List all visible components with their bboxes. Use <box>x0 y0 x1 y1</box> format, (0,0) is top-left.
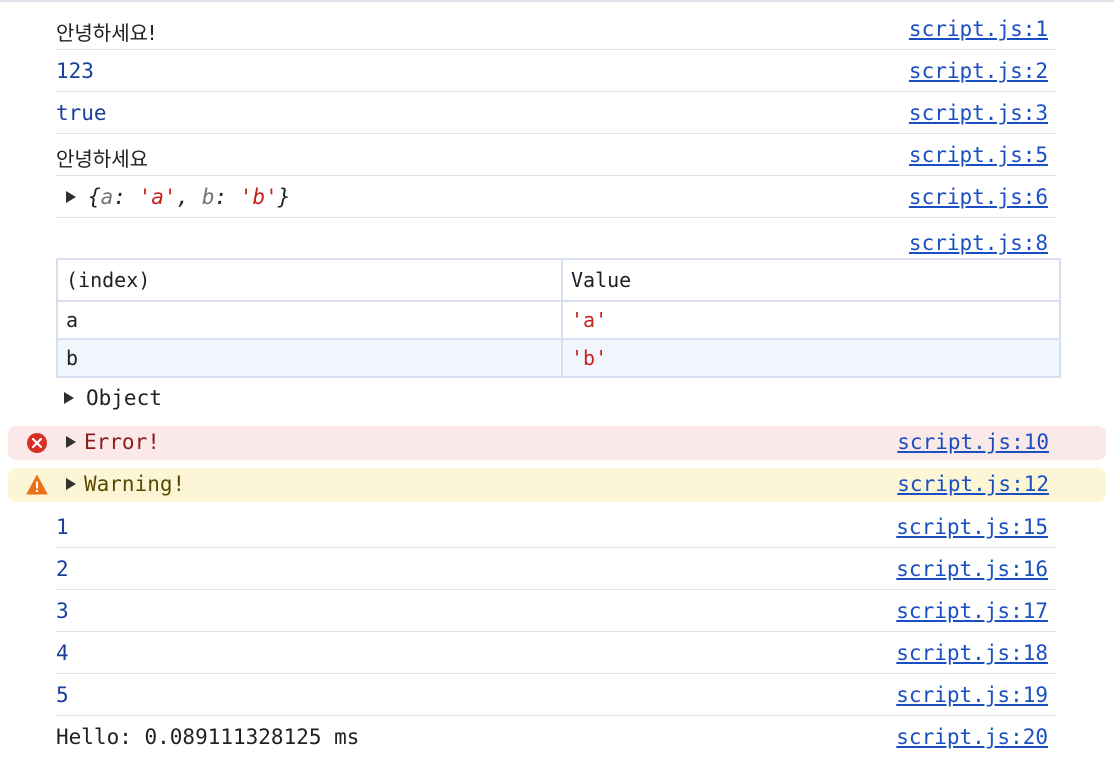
comma: , <box>176 185 202 209</box>
log-number-value: 5 <box>56 683 69 707</box>
brace-open: { <box>88 185 101 209</box>
log-number-value: 2 <box>56 557 69 581</box>
object-expander[interactable]: Object <box>64 386 162 410</box>
warning-message-row: Warning! script.js:12 <box>8 468 1106 502</box>
table-cell-value: 'a' <box>561 300 1061 340</box>
table-row: a 'a' <box>56 300 1061 340</box>
source-link[interactable]: script.js:3 <box>909 101 1048 125</box>
console-message-row: 안녕하세요 script.js:5 <box>56 134 1056 176</box>
console-message-row: 2 script.js:16 <box>56 548 1056 590</box>
warning-triangle-icon <box>26 475 48 495</box>
console-message-row: {a: 'a', b: 'b'} script.js:6 <box>56 176 1056 218</box>
console-table: (index) Value a 'a' b 'b' <box>56 258 1061 378</box>
console-message-row: 123 script.js:2 <box>56 50 1056 92</box>
source-link[interactable]: script.js:5 <box>909 143 1048 167</box>
log-number-value: 3 <box>56 599 69 623</box>
table-cell-value: 'b' <box>561 338 1061 378</box>
warning-expander[interactable]: Warning! <box>66 472 185 496</box>
error-message-row: Error! script.js:10 <box>8 426 1106 460</box>
log-number-value: 4 <box>56 641 69 665</box>
object-value: 'b' <box>239 185 278 209</box>
table-cell-index: b <box>56 338 563 378</box>
console-table-header-row: script.js:8 <box>56 224 1056 258</box>
table-row: b 'b' <box>56 338 1061 378</box>
object-key: b <box>201 185 215 209</box>
source-link[interactable]: script.js:12 <box>897 472 1049 496</box>
source-link[interactable]: script.js:2 <box>909 59 1048 83</box>
source-link[interactable]: script.js:16 <box>896 557 1048 581</box>
source-link[interactable]: script.js:15 <box>896 515 1048 539</box>
table-header-index[interactable]: (index) <box>56 258 563 302</box>
error-text: Error! <box>84 430 160 454</box>
log-number-value: 123 <box>56 59 94 83</box>
console-message-row: 4 script.js:18 <box>56 632 1056 674</box>
source-link[interactable]: script.js:19 <box>896 683 1048 707</box>
console-message-row: Hello: 0.089111328125 ms script.js:20 <box>56 716 1056 758</box>
object-value: 'a' <box>138 185 177 209</box>
table-header-value[interactable]: Value <box>561 258 1061 302</box>
colon: : <box>113 185 139 209</box>
console-message-row: 안녕하세요! script.js:1 <box>56 8 1056 50</box>
source-link[interactable]: script.js:8 <box>909 231 1048 255</box>
console-message-row: 1 script.js:15 <box>56 506 1056 548</box>
object-preview[interactable]: {a: 'a', b: 'b'} <box>66 185 290 209</box>
console-message-row: 3 script.js:17 <box>56 590 1056 632</box>
log-message: 안녕하세요 <box>56 147 148 171</box>
expand-triangle-icon[interactable] <box>64 392 74 404</box>
colon: : <box>214 185 240 209</box>
timer-message: Hello: 0.089111328125 ms <box>56 725 360 749</box>
source-link[interactable]: script.js:1 <box>909 17 1048 41</box>
log-number-value: 1 <box>56 515 69 539</box>
object-label: Object <box>86 386 162 410</box>
log-message: 안녕하세요! <box>56 21 157 45</box>
source-link[interactable]: script.js:17 <box>896 599 1048 623</box>
source-link[interactable]: script.js:20 <box>896 725 1048 749</box>
source-link[interactable]: script.js:18 <box>896 641 1048 665</box>
object-key: a <box>100 185 114 209</box>
brace-close: } <box>277 185 291 209</box>
warning-text: Warning! <box>84 472 186 496</box>
source-link[interactable]: script.js:6 <box>909 185 1048 209</box>
error-circle-icon <box>27 433 47 453</box>
source-link[interactable]: script.js:10 <box>897 430 1049 454</box>
expand-triangle-icon[interactable] <box>66 191 76 203</box>
expand-triangle-icon[interactable] <box>66 478 76 490</box>
expand-triangle-icon[interactable] <box>66 436 76 448</box>
error-expander[interactable]: Error! <box>66 430 160 454</box>
log-boolean-value: true <box>56 101 107 125</box>
console-message-row: 5 script.js:19 <box>56 674 1056 716</box>
table-cell-index: a <box>56 300 563 340</box>
console-panel: 안녕하세요! script.js:1 123 script.js:2 true … <box>0 0 1114 768</box>
console-message-row: true script.js:3 <box>56 92 1056 134</box>
